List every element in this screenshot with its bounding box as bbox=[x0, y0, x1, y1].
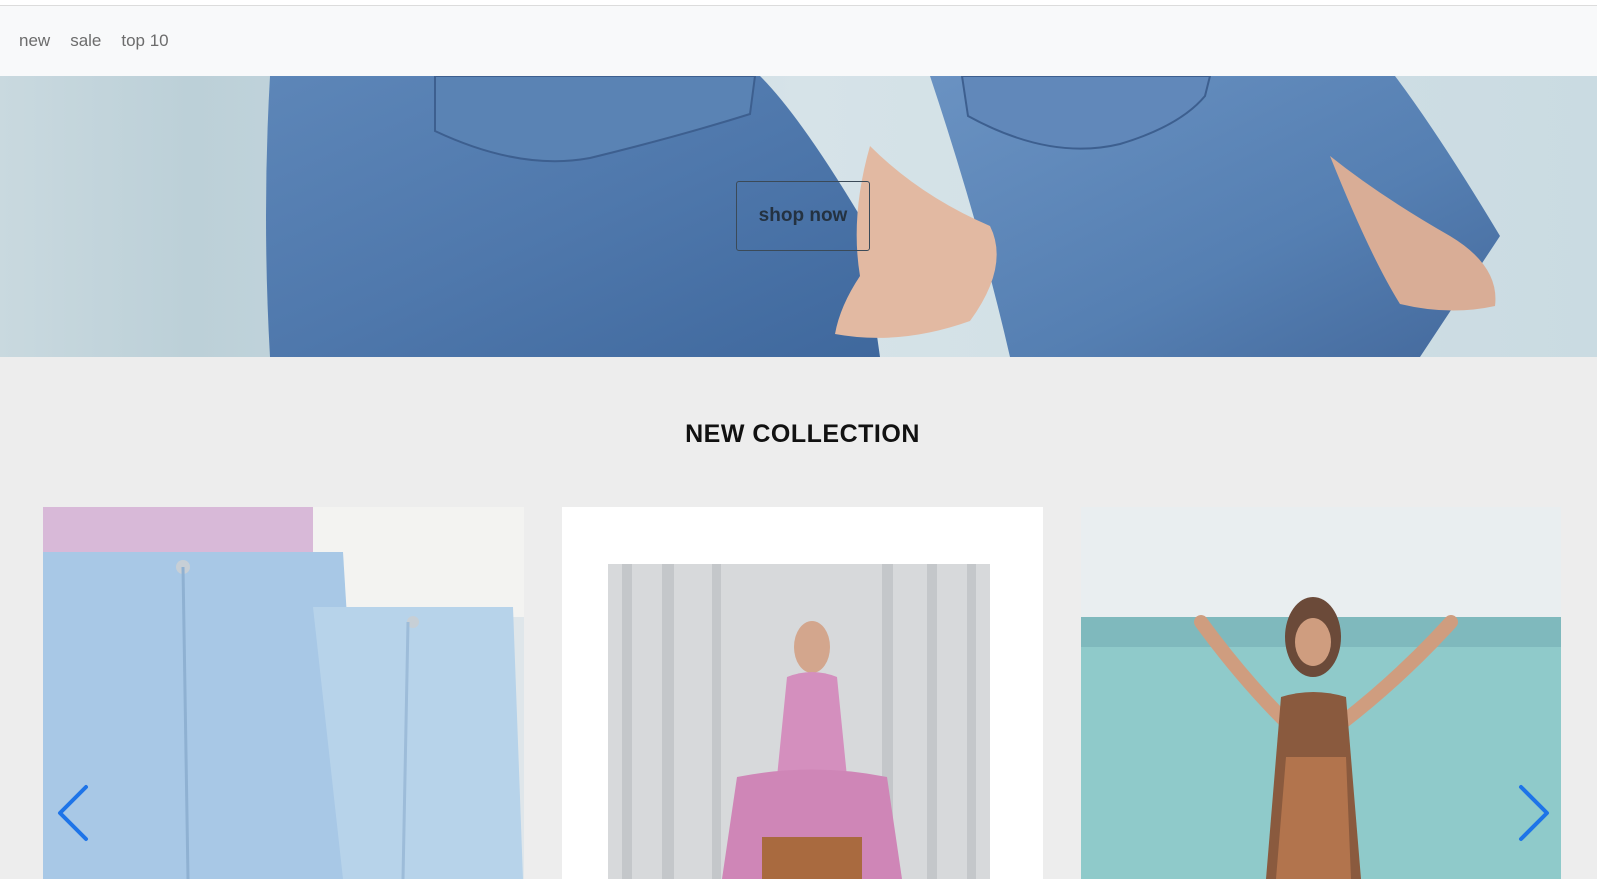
carousel-prev-button[interactable] bbox=[54, 783, 94, 843]
product-card-dress[interactable] bbox=[1081, 507, 1561, 879]
hero-banner: shop now bbox=[0, 76, 1597, 357]
product-card-jeans[interactable] bbox=[43, 507, 524, 879]
product-image-jumpsuit bbox=[608, 564, 990, 879]
nav-link-new[interactable]: new bbox=[19, 31, 50, 51]
product-card-jumpsuit[interactable] bbox=[562, 507, 1043, 879]
nav-link-top-10[interactable]: top 10 bbox=[121, 31, 168, 51]
chevron-right-icon bbox=[1519, 785, 1549, 841]
product-image-dress bbox=[1081, 507, 1561, 879]
section-title: NEW COLLECTION bbox=[685, 420, 920, 448]
product-image-jeans bbox=[43, 507, 524, 879]
nav-link-sale[interactable]: sale bbox=[70, 31, 101, 51]
carousel-next-button[interactable] bbox=[1513, 783, 1553, 843]
top-navbar: new sale top 10 bbox=[0, 6, 1597, 76]
chevron-left-icon bbox=[58, 785, 88, 841]
shop-now-button[interactable]: shop now bbox=[736, 181, 870, 251]
